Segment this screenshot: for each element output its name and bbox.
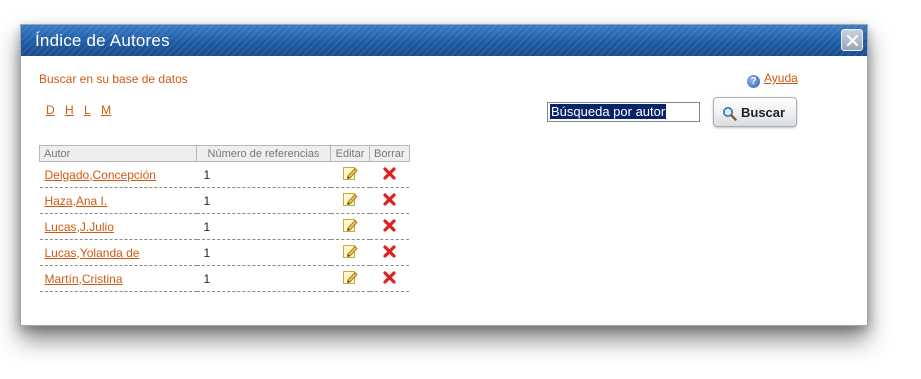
author-link[interactable]: Lucas,J.Julio [45,220,114,234]
header-author: Autor [39,145,197,162]
edit-button[interactable] [342,191,358,210]
reference-count: 1 [196,239,331,266]
red-x-icon [383,166,396,180]
edit-button[interactable] [342,243,358,262]
dialog-titlebar: Índice de Autores [21,25,867,56]
letter-link-l[interactable]: L [84,103,91,117]
red-x-icon [383,244,396,258]
author-link[interactable]: Haza,Ana I. [45,194,108,208]
header-delete: Borrar [369,145,410,162]
edit-button[interactable] [342,269,358,288]
search-button[interactable]: Buscar [713,97,797,127]
pencil-icon [343,271,358,284]
delete-button[interactable] [382,166,397,184]
table-header-row: Autor Número de referencias Editar Borra… [39,145,410,162]
red-x-icon [383,218,396,232]
authors-dialog: Índice de Autores Buscar en su base de d… [20,24,868,326]
delete-button[interactable] [382,218,397,236]
search-hint: Buscar en su base de datos [39,72,188,86]
close-icon [846,34,859,47]
edit-button[interactable] [342,217,358,236]
author-link[interactable]: Lucas,Yolanda de [45,246,140,260]
author-link[interactable]: Delgado,Concepción [45,168,156,182]
author-search-input[interactable]: Búsqueda por autor [547,102,700,122]
pencil-icon [343,219,358,232]
pencil-icon [343,245,358,258]
reference-count: 1 [196,161,331,188]
close-button[interactable] [841,29,863,51]
magnifier-icon [723,107,737,121]
letter-link-m[interactable]: M [101,103,111,117]
table-row: Lucas,J.Julio 1 [39,213,410,240]
pencil-icon [343,193,358,206]
delete-button[interactable] [382,270,397,288]
header-edit: Editar [330,145,370,162]
letter-index: D H L M [46,103,118,117]
table-row: Delgado,Concepción 1 [39,161,410,188]
red-x-icon [383,270,396,284]
reference-count: 1 [196,213,331,240]
reference-count: 1 [196,265,331,292]
letter-link-d[interactable]: D [46,103,55,117]
letter-link-h[interactable]: H [65,103,74,117]
search-button-label: Buscar [741,105,786,120]
dialog-title: Índice de Autores [35,31,170,50]
author-search-input-value: Búsqueda por autor [550,104,667,119]
help-icon[interactable]: ? [747,75,760,88]
red-x-icon [383,192,396,206]
header-references: Número de referencias [196,145,331,162]
author-link[interactable]: Martín,Cristina [45,272,123,286]
pencil-icon [343,167,358,180]
reference-count: 1 [196,187,331,214]
table-row: Haza,Ana I. 1 [39,187,410,214]
authors-table: Autor Número de referencias Editar Borra… [39,145,410,292]
help-area: ? Ayuda [747,71,798,88]
delete-button[interactable] [382,244,397,262]
help-link[interactable]: Ayuda [764,71,798,85]
delete-button[interactable] [382,192,397,210]
table-row: Lucas,Yolanda de 1 [39,239,410,266]
table-row: Martín,Cristina 1 [39,265,410,292]
edit-button[interactable] [342,165,358,184]
